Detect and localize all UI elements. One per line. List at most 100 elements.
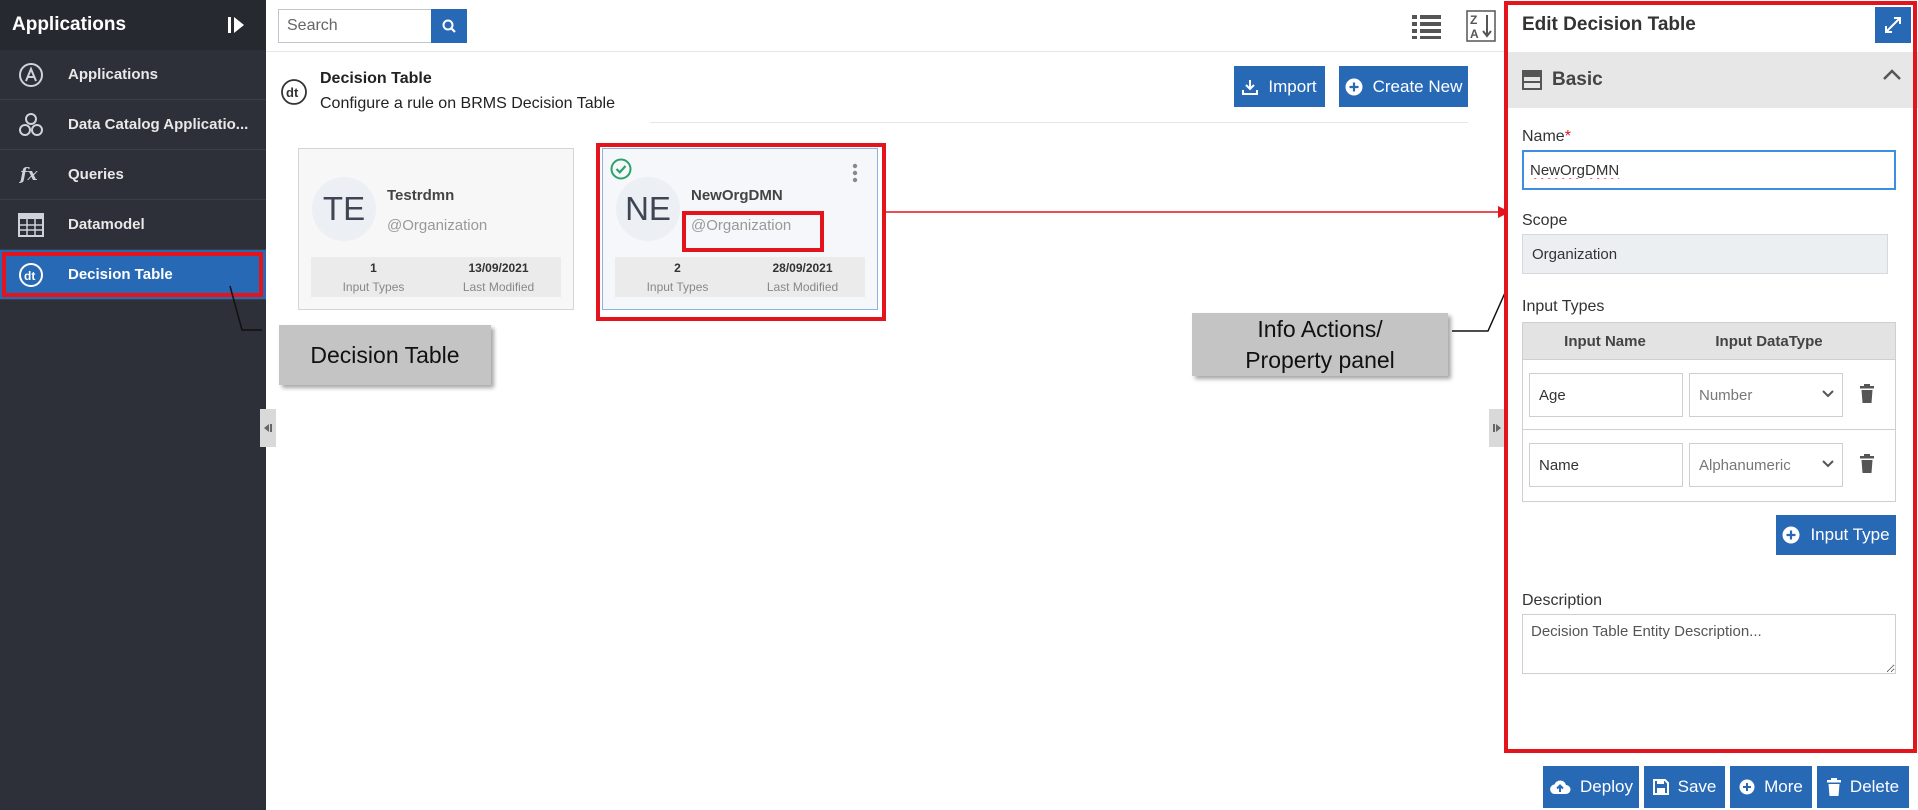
input-name-field[interactable]	[1529, 373, 1683, 417]
sidebar-item-datamodel[interactable]: Datamodel	[0, 200, 266, 250]
input-types-table: Input Name Input DataType Number Alphanu…	[1522, 322, 1896, 502]
download-icon	[1242, 79, 1259, 95]
decision-table-icon: dt	[16, 260, 46, 290]
deploy-label: Deploy	[1580, 777, 1633, 796]
more-label: More	[1764, 777, 1803, 796]
delete-label: Delete	[1849, 777, 1900, 796]
collapse-right-icon	[1493, 424, 1501, 432]
input-datatype-select[interactable]: Alphanumeric	[1689, 443, 1843, 487]
table-row: Number	[1523, 359, 1895, 429]
create-new-label: Create New	[1372, 76, 1463, 96]
import-label: Import	[1268, 76, 1317, 96]
check-circle-icon	[610, 158, 632, 185]
panel-header: Edit Decision Table	[1506, 0, 1918, 50]
list-view-icon[interactable]	[1412, 12, 1442, 40]
sidebar-item-decision-table[interactable]: dt Decision Table	[0, 250, 266, 300]
save-button[interactable]: Save	[1644, 766, 1725, 808]
sidebar-item-queries[interactable]: fx Queries	[0, 150, 266, 200]
delete-button[interactable]: Delete	[1817, 766, 1909, 808]
description-label: Description	[1522, 592, 1603, 609]
card-stat-last-modified: 13/09/2021 Last Modified	[436, 257, 561, 297]
cloud-upload-icon	[1550, 780, 1571, 794]
card-name: NewOrgDMN	[691, 187, 783, 204]
save-label: Save	[1677, 777, 1717, 796]
required-mark: *	[1564, 128, 1571, 145]
trash-icon	[1826, 778, 1841, 796]
search-input[interactable]	[278, 9, 431, 43]
input-name-field[interactable]	[1529, 443, 1683, 487]
collapse-left-icon	[264, 424, 272, 432]
scope-label: Scope	[1522, 212, 1568, 229]
plus-circle-icon	[1782, 526, 1800, 544]
svg-text:A: A	[1470, 27, 1479, 41]
scope-field	[1522, 234, 1888, 274]
table-row: Alphanumeric	[1523, 429, 1895, 499]
more-button[interactable]: More	[1730, 766, 1812, 808]
trash-icon[interactable]	[1859, 384, 1877, 406]
sidebar: Applications Applications Data Catalog A…	[0, 0, 266, 810]
sidebar-item-data-catalog[interactable]: Data Catalog Applicatio...	[0, 100, 266, 150]
deploy-button[interactable]: Deploy	[1543, 766, 1639, 808]
table-grid-icon	[16, 210, 46, 240]
svg-text:fx: fx	[19, 165, 38, 185]
card-name: Testrdmn	[387, 187, 455, 204]
section-basic-header[interactable]: Basic	[1506, 52, 1918, 108]
more-vertical-icon[interactable]	[851, 163, 859, 183]
search-button[interactable]	[431, 9, 467, 43]
callout-info-panel: Info Actions/ Property panel	[1192, 313, 1448, 376]
form-icon	[1522, 70, 1542, 90]
card-stats: 1 Input Types 13/09/2021 Last Modified	[311, 257, 561, 297]
sidebar-item-label: Data Catalog Applicatio...	[68, 116, 249, 133]
decision-table-card-selected[interactable]: NE NewOrgDMN @Organization 2 Input Types…	[602, 148, 878, 310]
search-icon	[442, 19, 456, 33]
section-title: Basic	[1552, 69, 1603, 90]
name-field[interactable]	[1522, 150, 1896, 190]
decision-table-icon: dt	[280, 78, 308, 111]
stat-value: 2	[674, 261, 681, 275]
callout-text-block: Info Actions/ Property panel	[1245, 314, 1395, 376]
sidebar-item-applications[interactable]: Applications	[0, 50, 266, 100]
trash-icon[interactable]	[1859, 454, 1877, 476]
callout-text: Property panel	[1245, 346, 1395, 373]
card-stat-last-modified: 28/09/2021 Last Modified	[740, 257, 865, 297]
sidebar-collapse-icon[interactable]	[224, 13, 248, 37]
page-subtitle: Configure a rule on BRMS Decision Table	[320, 95, 615, 112]
label-text: Name	[1522, 128, 1565, 145]
chevron-down-icon	[1822, 460, 1834, 468]
card-scope: @Organization	[387, 217, 488, 234]
card-stats: 2 Input Types 28/09/2021 Last Modified	[615, 257, 865, 297]
decision-table-card[interactable]: TE Testrdmn @Organization 1 Input Types …	[298, 148, 574, 310]
card-stat-input-types: 2 Input Types	[615, 257, 740, 297]
sort-icon[interactable]: ZA	[1466, 10, 1496, 42]
name-label: Name*	[1522, 128, 1571, 146]
import-button[interactable]: Import	[1234, 66, 1325, 107]
column-header: Input DataType	[1715, 333, 1823, 350]
callout-decision-table: Decision Table	[279, 325, 491, 385]
topbar: ZA	[266, 0, 1506, 52]
avatar: TE	[312, 177, 376, 241]
select-value: Number	[1699, 386, 1753, 404]
create-new-button[interactable]: Create New	[1339, 66, 1468, 107]
card-scope: @Organization	[691, 217, 792, 234]
expand-icon[interactable]	[1875, 7, 1911, 43]
description-field[interactable]	[1522, 614, 1896, 674]
save-icon	[1652, 779, 1669, 795]
page-title: Decision Table	[320, 70, 432, 87]
input-types-label: Input Types	[1522, 298, 1605, 315]
divider	[650, 122, 1468, 123]
collapse-right-handle[interactable]	[1489, 409, 1505, 447]
panel-title: Edit Decision Table	[1522, 14, 1696, 35]
stat-label: Last Modified	[766, 280, 839, 294]
add-input-type-label: Input Type	[1810, 525, 1890, 544]
callout-text: Decision Table	[310, 341, 460, 368]
stat-label: Input Types	[646, 280, 709, 294]
input-datatype-select[interactable]: Number	[1689, 373, 1843, 417]
collapse-left-handle[interactable]	[260, 409, 276, 447]
card-stat-input-types: 1 Input Types	[311, 257, 436, 297]
sidebar-item-label: Queries	[68, 166, 124, 183]
svg-text:dt: dt	[286, 85, 299, 100]
chevron-up-icon	[1883, 69, 1901, 80]
stat-value: 13/09/2021	[468, 261, 529, 275]
add-input-type-button[interactable]: Input Type	[1776, 515, 1896, 555]
callout-text: Info Actions/	[1257, 315, 1383, 342]
